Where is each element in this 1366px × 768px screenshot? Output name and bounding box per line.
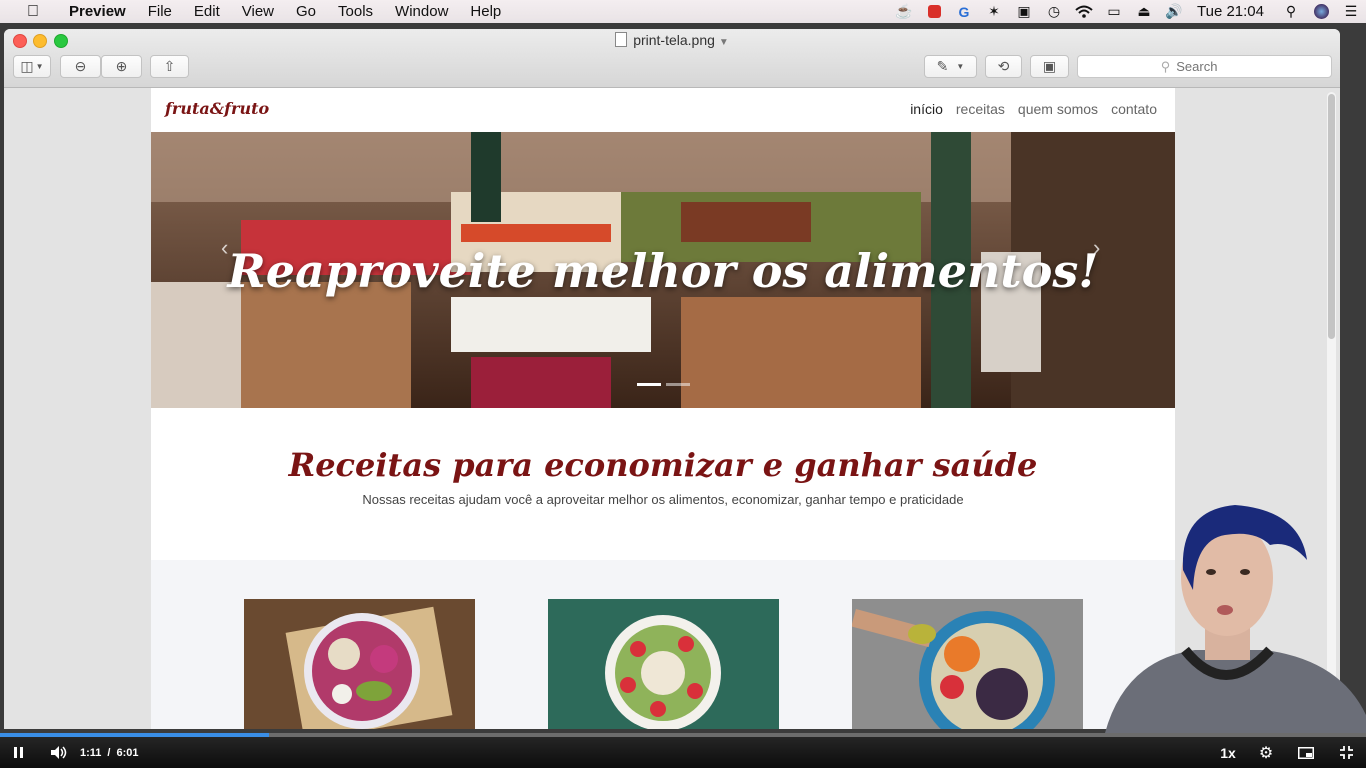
rotate-button[interactable]: ⟲: [985, 55, 1022, 78]
recipes-heading: Receitas para economizar e ganhar saúde: [288, 446, 1038, 484]
settings-icon[interactable]: ⚙: [1246, 743, 1286, 763]
bluetooth-icon[interactable]: ✶: [979, 0, 1009, 23]
wifi-icon[interactable]: [1069, 0, 1099, 23]
scrollbar-thumb[interactable]: [1328, 94, 1335, 339]
recipe-card-image: [852, 599, 1083, 729]
share-button[interactable]: ⇧: [150, 55, 189, 78]
search-icon: ⚲: [1160, 58, 1171, 74]
rotate-icon: ⟲: [997, 58, 1010, 74]
site-navbar: fruta&fruto início receitas quem somos c…: [151, 88, 1175, 132]
document-title-text: print-tela.png: [633, 32, 715, 48]
red-app-icon[interactable]: [919, 0, 949, 23]
menubar-clock[interactable]: Tue 21:04: [1189, 3, 1276, 20]
site-nav-links: início receitas quem somos contato: [910, 101, 1157, 117]
time-machine-icon[interactable]: ◷: [1039, 0, 1069, 23]
menu-edit[interactable]: Edit: [183, 3, 231, 20]
menu-bar:  Preview File Edit View Go Tools Window…: [0, 0, 1366, 23]
carousel-indicators: [637, 383, 690, 386]
grammarly-icon[interactable]: G: [949, 0, 979, 23]
search-input[interactable]: [1174, 58, 1249, 75]
recipe-card-image: [244, 599, 475, 729]
recipe-cards-band: [151, 560, 1175, 729]
pen-icon: ✎: [936, 58, 949, 74]
site-logo: fruta&fruto: [165, 99, 270, 118]
eject-icon[interactable]: ⏏: [1129, 0, 1159, 23]
nav-link-contato: contato: [1111, 101, 1157, 117]
menu-view[interactable]: View: [231, 3, 285, 20]
volume-icon[interactable]: [38, 746, 80, 759]
toolbox-icon: ▣: [1042, 58, 1057, 74]
title-bar: print-tela.png ▼ ◫ ▼ ⊖ ⊕ ⇧ ✎ ▼ ⟲ ▣ ⚲: [4, 29, 1340, 88]
menu-tools[interactable]: Tools: [327, 3, 384, 20]
menu-file[interactable]: File: [137, 3, 183, 20]
playback-speed-button[interactable]: 1x: [1210, 745, 1246, 761]
hero-carousel: ‹ › Reaproveite melhor os alimentos!: [151, 132, 1175, 408]
nav-link-receitas: receitas: [955, 101, 1005, 117]
volume-icon[interactable]: 🔊: [1159, 0, 1189, 23]
zoom-in-icon: ⊕: [115, 58, 128, 74]
chevron-down-icon[interactable]: ▼: [719, 37, 729, 48]
document-icon: [615, 32, 628, 47]
recipe-card-image: [548, 599, 779, 729]
total-time: 6:01: [116, 746, 139, 759]
current-time: 1:11: [80, 746, 102, 759]
menu-go[interactable]: Go: [285, 3, 327, 20]
zoom-out-button[interactable]: ⊖: [60, 55, 101, 78]
menu-help[interactable]: Help: [459, 3, 512, 20]
chevron-down-icon: ▼: [956, 62, 965, 71]
presenter-webcam: [1085, 500, 1366, 733]
apple-icon[interactable]: : [22, 3, 44, 21]
screen-record-icon[interactable]: ▣: [1009, 0, 1039, 23]
picture-in-picture-icon[interactable]: [1286, 746, 1326, 759]
zoom-in-button[interactable]: ⊕: [101, 55, 142, 78]
exit-fullscreen-icon[interactable]: [1326, 746, 1366, 759]
airplay-icon[interactable]: ▭: [1099, 0, 1129, 23]
zoom-out-icon: ⊖: [74, 58, 87, 74]
notification-center-icon[interactable]: ☰: [1336, 0, 1366, 23]
spotlight-icon[interactable]: ⚲: [1276, 0, 1306, 23]
markup-button[interactable]: ✎ ▼: [924, 55, 977, 78]
menu-app-name[interactable]: Preview: [58, 3, 137, 20]
document-title[interactable]: print-tela.png ▼: [4, 32, 1340, 48]
menu-window[interactable]: Window: [384, 3, 459, 20]
pause-icon[interactable]: [0, 747, 38, 758]
search-field[interactable]: ⚲: [1077, 55, 1332, 78]
coffee-cup-icon[interactable]: ☕: [889, 0, 919, 23]
chevron-down-icon: ▼: [35, 62, 44, 71]
sidebar-icon: ◫: [20, 58, 34, 74]
recipes-subtitle: Nossas receitas ajudam você a aproveitar…: [362, 492, 964, 507]
sidebar-toggle-button[interactable]: ◫ ▼: [13, 55, 51, 78]
webpage-screenshot: fruta&fruto início receitas quem somos c…: [151, 88, 1175, 729]
siri-icon[interactable]: [1306, 0, 1336, 23]
share-icon: ⇧: [163, 58, 176, 74]
time-separator: /: [107, 746, 111, 759]
carousel-indicator[interactable]: [666, 383, 690, 386]
nav-link-inicio: início: [910, 101, 943, 117]
hero-caption: Reaproveite melhor os alimentos!: [227, 244, 1099, 298]
nav-link-quem-somos: quem somos: [1017, 101, 1099, 117]
video-controls: 1:11 / 6:01 1x ⚙: [0, 737, 1366, 768]
carousel-indicator[interactable]: [637, 383, 661, 386]
toolbox-button[interactable]: ▣: [1030, 55, 1069, 78]
